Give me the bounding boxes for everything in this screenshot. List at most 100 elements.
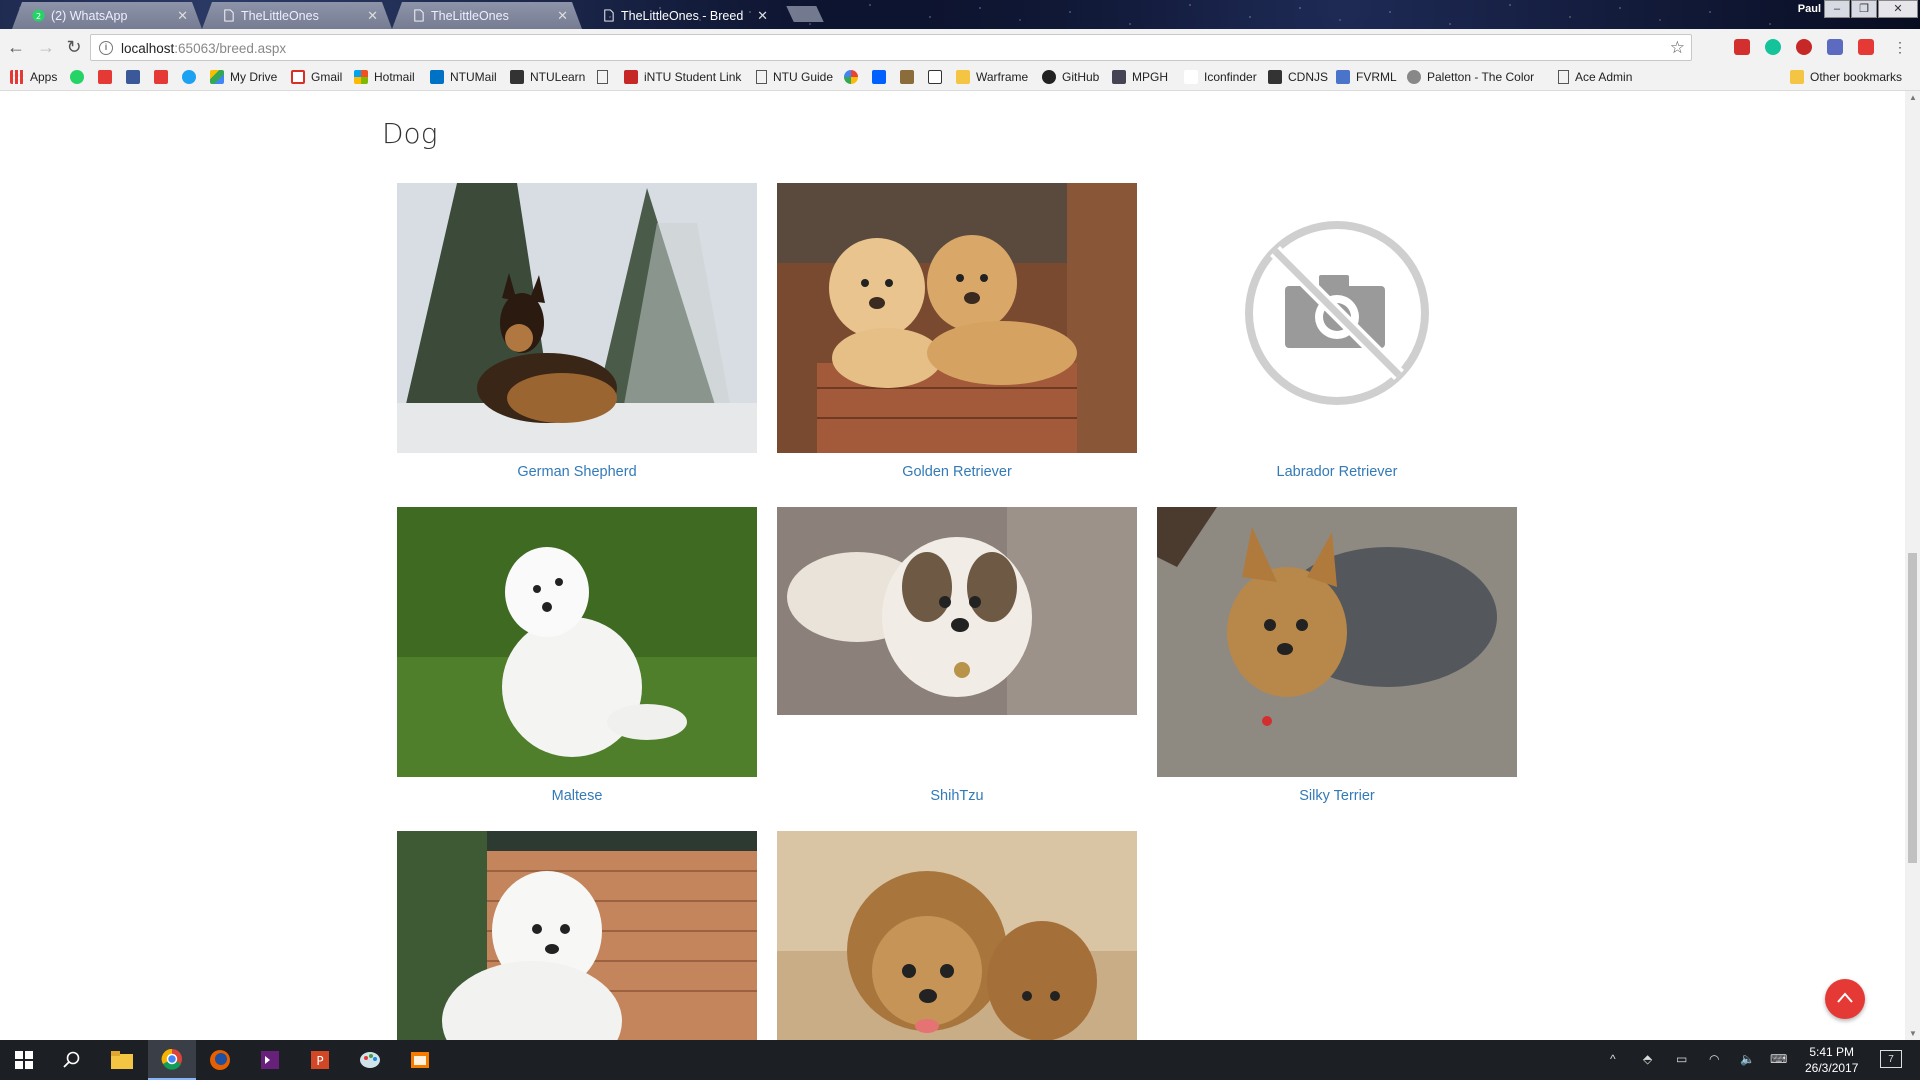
bookmark-ntulearn[interactable]: NTULearn [510, 70, 585, 84]
bookmark-github[interactable]: GitHub [1042, 70, 1099, 84]
taskbar-chrome[interactable] [148, 1040, 196, 1080]
breed-photo-placeholder[interactable] [1157, 183, 1517, 453]
close-tab-icon[interactable]: ✕ [757, 8, 768, 24]
forward-arrow-icon[interactable]: → [36, 37, 56, 57]
bookmark-ntumail[interactable]: NTUMail [430, 70, 497, 84]
wifi-icon[interactable]: ◠ [1709, 1052, 1719, 1066]
tab-whatsapp[interactable]: 2 (2) WhatsApp ✕ [12, 2, 202, 29]
keyboard-icon[interactable]: ⌨ [1770, 1052, 1787, 1066]
bookmark-page[interactable] [597, 70, 614, 84]
dropbox-tray-icon[interactable]: ⬘ [1643, 1052, 1652, 1066]
start-button[interactable] [0, 1040, 48, 1080]
system-clock[interactable]: 5:41 PM 26/3/2017 [1805, 1044, 1858, 1076]
taskbar-app[interactable] [396, 1040, 444, 1080]
breed-card[interactable] [397, 831, 757, 1040]
breed-name-link[interactable]: Maltese [397, 788, 757, 804]
breed-photo[interactable] [1157, 507, 1517, 777]
taskbar-powerpoint[interactable]: P [296, 1040, 344, 1080]
reload-icon[interactable]: ↻ [64, 37, 84, 57]
adblock-extension-icon[interactable] [1796, 39, 1812, 55]
svg-text:2: 2 [36, 11, 41, 21]
bookmark-mpgh[interactable]: MPGH [1112, 70, 1168, 84]
bookmark-twitter[interactable] [182, 70, 202, 84]
breed-card[interactable]: Maltese [397, 507, 757, 804]
breed-photo[interactable] [397, 831, 757, 1040]
breed-name-link[interactable]: Silky Terrier [1157, 788, 1517, 804]
back-arrow-icon[interactable]: ← [6, 37, 26, 57]
bookmark-hotmail[interactable]: Hotmail [354, 70, 415, 84]
scroll-down-arrow-icon[interactable]: ▼ [1909, 1029, 1917, 1038]
bookmark-warframe[interactable]: Warframe [956, 70, 1028, 84]
youtube-extension-icon[interactable] [1858, 39, 1874, 55]
show-hidden-icons-chevron-icon[interactable]: ^ [1610, 1052, 1616, 1066]
breed-card[interactable]: Golden Retriever [777, 183, 1137, 480]
bookmark-dropbox[interactable] [872, 70, 892, 84]
breed-photo[interactable] [777, 831, 1137, 1040]
breed-name-link[interactable]: German Shepherd [397, 464, 757, 480]
bookmark-ace-admin[interactable]: Ace Admin [1558, 70, 1632, 84]
breed-name-link[interactable]: Golden Retriever [777, 464, 1137, 480]
taskbar-firefox[interactable] [196, 1040, 244, 1080]
taskbar-file-explorer[interactable] [98, 1040, 146, 1080]
breed-name-link[interactable]: Labrador Retriever [1157, 464, 1517, 480]
action-center-icon[interactable]: 7 [1880, 1050, 1902, 1068]
breed-card[interactable]: Labrador Retriever [1157, 183, 1517, 480]
scrollbar-thumb[interactable] [1908, 553, 1917, 863]
address-bar[interactable]: i localhost:65063/breed.aspx ☆ [90, 34, 1692, 61]
windows-logo-icon [15, 1051, 33, 1069]
bookmark-my-drive[interactable]: My Drive [210, 70, 277, 84]
bookmark-iconfinder[interactable]: Iconfinder [1184, 70, 1257, 84]
breed-photo[interactable] [397, 507, 757, 777]
breed-card[interactable]: ShihTzu [777, 507, 1137, 804]
close-window-button[interactable]: ✕ [1878, 0, 1918, 18]
page-scrollbar[interactable]: ▲ ▼ [1905, 91, 1920, 1040]
close-tab-icon[interactable]: ✕ [557, 8, 568, 24]
breed-photo[interactable] [397, 183, 757, 453]
bookmark-facebook[interactable] [126, 70, 146, 84]
back-to-top-button[interactable] [1825, 979, 1865, 1019]
bookmark-whatsapp[interactable] [70, 70, 90, 84]
bookmark-x[interactable] [98, 70, 118, 84]
tab-thelittleones-1[interactable]: TheLittleOnes ✕ [202, 2, 392, 29]
bookmark-star-icon[interactable]: ☆ [1670, 38, 1685, 58]
bookmark-gmail[interactable]: Gmail [291, 70, 342, 84]
bookmark-google[interactable] [844, 70, 864, 84]
bookmark-ntu-guide[interactable]: NTU Guide [756, 70, 833, 84]
breed-card[interactable]: German Shepherd [397, 183, 757, 480]
breed-photo[interactable] [777, 183, 1137, 453]
tab-thelittleones-2[interactable]: TheLittleOnes ✕ [392, 2, 582, 29]
color-picker-extension-icon[interactable] [1827, 39, 1843, 55]
bookmark-paletton[interactable]: Paletton - The Color S [1407, 70, 1537, 84]
bookmark-apps[interactable]: Apps [10, 70, 57, 84]
bookmark-fvrml[interactable]: FVRML [1336, 70, 1397, 84]
battery-icon[interactable]: ▭ [1676, 1052, 1687, 1066]
url-text[interactable]: localhost:65063/breed.aspx [121, 41, 286, 56]
close-tab-icon[interactable]: ✕ [177, 8, 188, 24]
bookmark-intu-student-link[interactable]: iNTU Student Link [624, 70, 741, 84]
breed-photo[interactable] [777, 507, 1137, 715]
taskbar-paint[interactable] [346, 1040, 394, 1080]
grammarly-extension-icon[interactable] [1765, 39, 1781, 55]
scroll-up-arrow-icon[interactable]: ▲ [1909, 93, 1917, 102]
cors-extension-icon[interactable] [1734, 39, 1750, 55]
menu-icon[interactable]: ⋮ [1890, 37, 1910, 57]
bookmark-youtube[interactable] [154, 70, 174, 84]
breed-name-link[interactable]: ShihTzu [777, 788, 1137, 804]
taskbar-visual-studio[interactable] [246, 1040, 294, 1080]
github-icon [1042, 70, 1056, 84]
breed-card[interactable] [777, 831, 1137, 1040]
url-path: :65063/breed.aspx [174, 41, 287, 56]
bookmark-monitor[interactable] [928, 70, 948, 84]
breed-card[interactable]: Silky Terrier [1157, 507, 1517, 804]
volume-icon[interactable]: 🔈 [1740, 1052, 1755, 1066]
info-icon[interactable]: i [99, 41, 113, 55]
search-button[interactable] [48, 1040, 96, 1080]
bookmark-shield[interactable] [900, 70, 920, 84]
bookmark-other[interactable]: Other bookmarks [1790, 70, 1902, 84]
minimize-button[interactable]: – [1824, 0, 1850, 18]
firefox-icon [210, 1050, 230, 1070]
bookmark-cdnjs[interactable]: CDNJS [1268, 70, 1328, 84]
tab-breed-active[interactable]: TheLittleOnes - Breed ✕ [582, 2, 782, 29]
close-tab-icon[interactable]: ✕ [367, 8, 378, 24]
restore-button[interactable]: ❐ [1851, 0, 1877, 18]
